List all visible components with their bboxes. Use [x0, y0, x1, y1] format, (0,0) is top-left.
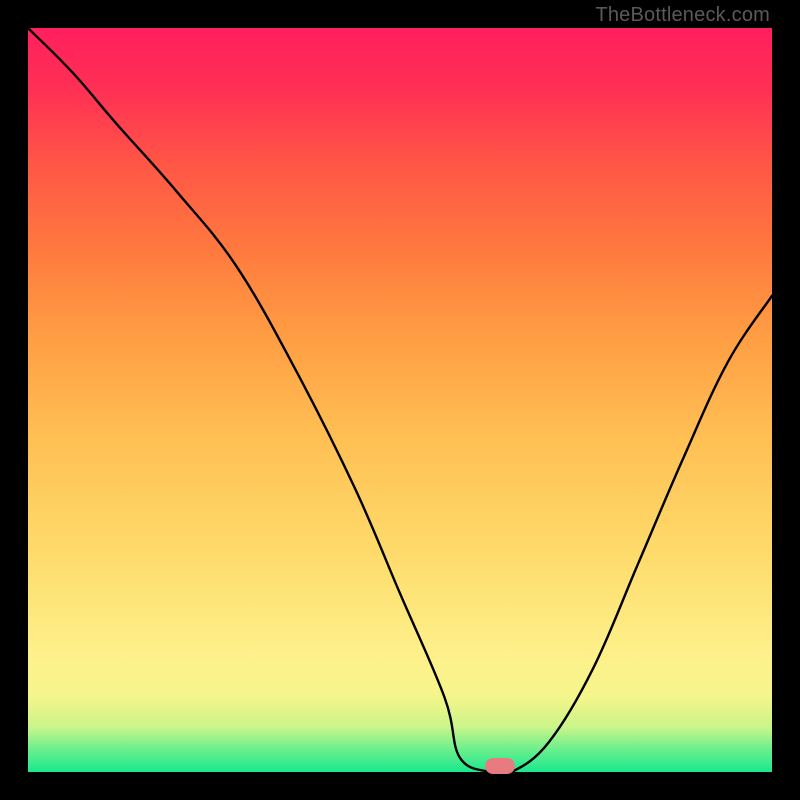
bottleneck-curve — [28, 28, 772, 772]
plot-area — [28, 28, 772, 772]
chart-frame: TheBottleneck.com — [0, 0, 800, 800]
curve-path — [28, 28, 772, 775]
optimal-marker — [485, 758, 515, 774]
watermark-text: TheBottleneck.com — [595, 4, 770, 27]
